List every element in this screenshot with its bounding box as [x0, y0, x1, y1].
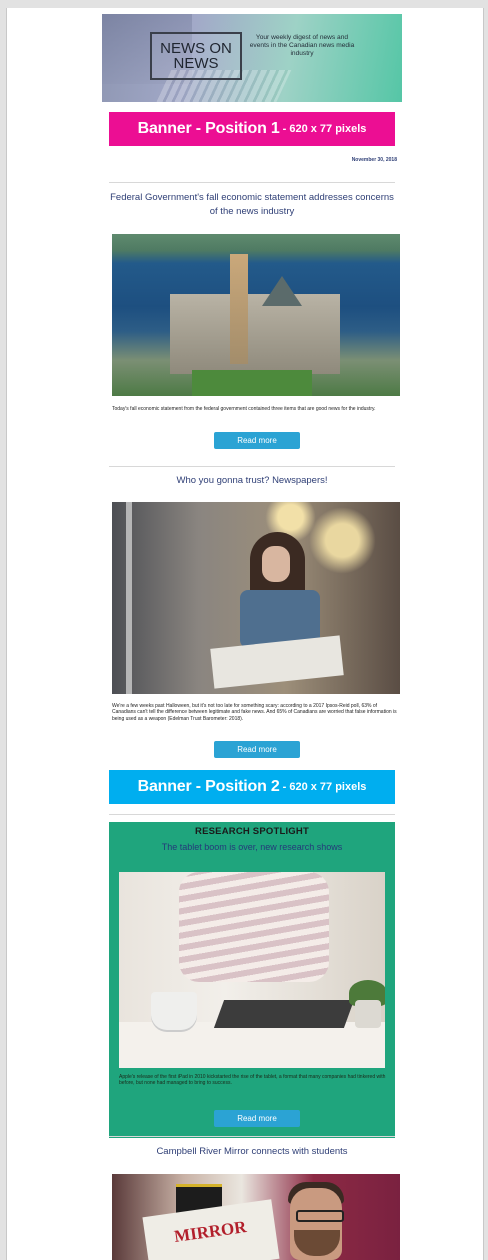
parliament-building [170, 294, 340, 374]
lawn [192, 370, 312, 396]
article-1-summary: Today's fall economic statement from the… [112, 406, 376, 412]
research-subtitle[interactable]: The tablet boom is over, new research sh… [109, 842, 395, 852]
plant-pot [355, 1000, 381, 1028]
table [119, 1022, 385, 1068]
logo-line2: NEWS [173, 55, 219, 72]
woman-face [262, 546, 290, 582]
issue-date: November 30, 2018 [351, 157, 397, 163]
newsletter-header: NEWS ON NEWS Your weekly digest of news … [102, 14, 402, 102]
banner-2-label: Banner - Position 2 [137, 778, 280, 795]
research-summary: Apple's release of the first iPad in 201… [119, 1074, 386, 1087]
sweater [179, 872, 329, 982]
article-1-read-more-button[interactable]: Read more [214, 432, 300, 449]
banner-2-dims: - 620 x 77 pixels [282, 781, 367, 793]
article-2-read-more-button[interactable]: Read more [214, 741, 300, 758]
article-2-headline[interactable]: Who you gonna trust? Newspapers! [109, 474, 395, 488]
banner-1-dims: - 620 x 77 pixels [282, 123, 367, 135]
article-1-photo[interactable] [112, 234, 400, 396]
divider [109, 814, 395, 815]
article-2-photo[interactable] [112, 502, 400, 694]
article-1-headline[interactable]: Federal Government's fall economic state… [109, 191, 395, 219]
banner-1-label: Banner - Position 1 [137, 120, 280, 137]
glasses [296, 1210, 344, 1222]
tablet [213, 1000, 355, 1028]
research-title: RESEARCH SPOTLIGHT [195, 826, 309, 837]
article-2-summary: We're a few weeks past Halloween, but it… [112, 703, 397, 722]
research-photo[interactable] [119, 872, 385, 1068]
banner-position-2[interactable]: Banner - Position 2 - 620 x 77 pixels [109, 770, 395, 804]
article-3-headline[interactable]: Campbell River Mirror connects with stud… [109, 1145, 395, 1159]
logo-line1: NEWS ON [160, 40, 232, 57]
divider [109, 182, 395, 183]
divider [109, 1136, 395, 1137]
article-3-photo[interactable]: MIRROR [112, 1174, 400, 1260]
research-read-more-button[interactable]: Read more [214, 1110, 300, 1127]
newspaper [210, 635, 344, 689]
email-frame: NEWS ON NEWS Your weekly digest of news … [6, 8, 484, 1260]
research-spotlight: RESEARCH SPOTLIGHT The tablet boom is ov… [109, 822, 395, 1138]
window-frame [126, 502, 132, 694]
peace-tower [230, 254, 248, 364]
banner-position-1[interactable]: Banner - Position 1 - 620 x 77 pixels [109, 112, 395, 146]
coffee-cup [151, 992, 197, 1030]
divider [109, 466, 395, 467]
library-roof [262, 276, 302, 306]
newsletter-logo: NEWS ON NEWS [150, 32, 242, 80]
newsletter-tagline: Your weekly digest of news and events in… [249, 34, 355, 57]
